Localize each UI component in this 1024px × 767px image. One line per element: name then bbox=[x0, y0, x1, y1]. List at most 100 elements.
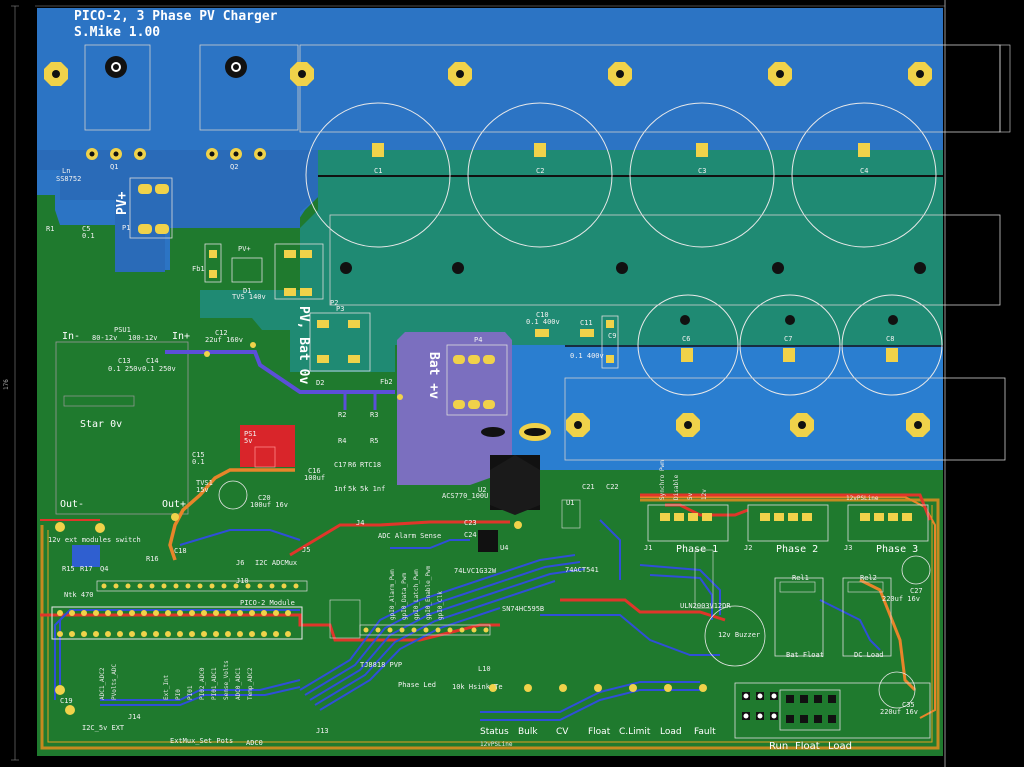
c3-label: C3 bbox=[698, 167, 707, 175]
board-author-version: S.Mike 1.00 bbox=[74, 25, 161, 40]
c12-value-label: 22uf 160v bbox=[205, 336, 243, 344]
phase-led-label: Phase Led bbox=[398, 681, 436, 689]
r2-label: R2 bbox=[338, 411, 347, 419]
ps1-value-label: 5v bbox=[244, 437, 253, 445]
pico-pin-label-8: ADC1_ADC2 bbox=[99, 667, 106, 700]
acs-label: ACS770_100U bbox=[442, 492, 489, 500]
c20-value-label: 100uf 16v bbox=[250, 501, 288, 509]
c17-label: C17 bbox=[334, 461, 347, 469]
c17-value-label: 1nf bbox=[334, 485, 347, 493]
pv-plus-label: PV+ bbox=[115, 191, 130, 215]
fb1-label: Fb1 bbox=[192, 265, 205, 273]
j14-label: J14 bbox=[128, 713, 141, 721]
p1-label: P1 bbox=[122, 224, 131, 232]
j2-label: J2 bbox=[744, 544, 753, 552]
sr-pin-label-0: gpI0_Alarm_Pwm bbox=[389, 569, 396, 620]
c1-label: C1 bbox=[374, 167, 383, 175]
star-0v-label: Star 0v bbox=[80, 419, 123, 430]
u6-part-label: ULN2003V12DR bbox=[680, 602, 731, 610]
pico-pin-label-3: PI02_ADC0 bbox=[199, 667, 206, 700]
psu-out-minus-label: Out- bbox=[60, 499, 85, 510]
j6-label: J6 bbox=[236, 559, 245, 567]
dimension-label: 176 bbox=[3, 379, 10, 390]
c24-label: C24 bbox=[464, 531, 477, 539]
phase-header-pin-2: Disable bbox=[673, 474, 680, 500]
phase-3-label: Phase 3 bbox=[876, 544, 919, 555]
status-led-cv: CV bbox=[556, 727, 569, 737]
status-led-climit: C.Limit bbox=[619, 727, 651, 737]
u1-label: U1 bbox=[566, 499, 575, 507]
pico-pin-label-4: PI01_ADC1 bbox=[211, 667, 218, 700]
tj-part-label: TJ8818 PVP bbox=[360, 661, 403, 669]
relay-load-button[interactable]: Load bbox=[828, 741, 852, 752]
i2c-adcmux-label: I2C ADCMux bbox=[255, 559, 298, 567]
rel1-label: Rel1 bbox=[792, 574, 809, 582]
fb2-label: Fb2 bbox=[380, 378, 393, 386]
q2-label: Q2 bbox=[230, 163, 239, 171]
u4-label: U4 bbox=[500, 544, 509, 552]
c22-label: C22 bbox=[606, 483, 619, 491]
tvs-label: TVS 140v bbox=[232, 293, 266, 301]
p4-label: P4 bbox=[474, 336, 483, 344]
l10-label: L10 bbox=[478, 665, 491, 673]
extmux-label: ExtMux_Set Pots bbox=[170, 737, 234, 745]
phase-header-pin-1: Synchro Pwm bbox=[659, 460, 666, 500]
c13-label: C13 bbox=[118, 357, 131, 365]
ln-label: Ln bbox=[62, 167, 71, 175]
p3-label: P3 bbox=[336, 305, 345, 313]
j13-label: J13 bbox=[316, 727, 329, 735]
c14-label: C14 bbox=[146, 357, 159, 365]
board-title: PICO-2, 3 Phase PV Charger bbox=[74, 9, 278, 24]
pv-bat-0v-label: PV, Bat 0v bbox=[296, 306, 311, 385]
q1-label: Q1 bbox=[110, 163, 119, 171]
c18-label: C18 bbox=[174, 547, 187, 555]
i2c-5v-ext-label: I2C_5v EXT bbox=[82, 724, 125, 732]
r15-label: R15 bbox=[62, 565, 75, 573]
c11-value-label: 0.1 400v bbox=[570, 352, 604, 360]
sr-pin-label-3: gpI0_Enable_Pwm bbox=[425, 565, 432, 620]
phase-1-label: Phase 1 bbox=[676, 544, 719, 555]
c10-value-label: 0.1 400v bbox=[526, 318, 560, 326]
relay-float-button[interactable]: Float bbox=[795, 741, 820, 752]
psu-range-2: 100-12v bbox=[128, 334, 158, 342]
rel2-label: Rel2 bbox=[860, 574, 877, 582]
pico-pin-label-2: PI01 bbox=[187, 685, 194, 700]
j3-label: J3 bbox=[844, 544, 853, 552]
pico-pin-label-7: Temp_ADC2 bbox=[247, 667, 254, 700]
c11-label: C11 bbox=[580, 319, 593, 327]
tvs1-value-label: 15v bbox=[196, 486, 209, 494]
c9-label: C9 bbox=[608, 332, 617, 340]
r5-label: R5 bbox=[370, 437, 379, 445]
c13-value-label: 0.1 250v bbox=[108, 365, 142, 373]
pico-pin-label-6: ADC0_ADC1 bbox=[235, 667, 242, 700]
rtc-value-label: 5k 1nf bbox=[360, 485, 386, 493]
psu1-label: PSU1 bbox=[114, 326, 131, 334]
u5-part-label: SN74HC595B bbox=[502, 605, 545, 613]
pv-plus-small-label: PV+ bbox=[238, 245, 251, 253]
u3-part-label: 74ACT541 bbox=[565, 566, 599, 574]
r17-label: R17 bbox=[80, 565, 93, 573]
psu-in-minus-label: In- bbox=[62, 331, 81, 342]
q4-label: Q4 bbox=[100, 565, 109, 573]
r1-label: R1 bbox=[46, 225, 55, 233]
c19-label: C19 bbox=[60, 697, 73, 705]
rtc-label: RTC18 bbox=[360, 461, 382, 469]
sr-pin-label-2: gpI0_Latch_Pwm bbox=[413, 569, 420, 620]
c35-value-label: 220uf 16v bbox=[880, 708, 918, 716]
status-led-float: Float bbox=[588, 727, 611, 737]
c2-label: C2 bbox=[536, 167, 545, 175]
status-led-status: Status bbox=[480, 727, 509, 737]
relay-run-button[interactable]: Run bbox=[769, 741, 788, 752]
c15-value-label: 0.1 bbox=[192, 458, 205, 466]
ntk-label: Ntk 470 bbox=[64, 591, 94, 599]
pico-pin-label-5: Sense_Volts bbox=[223, 660, 230, 700]
pico-module-label: PICO-2_Module bbox=[240, 599, 295, 607]
j1-label: J1 bbox=[644, 544, 653, 552]
c6-label: C6 bbox=[682, 335, 691, 343]
dc-load-label: DC Load bbox=[854, 651, 884, 659]
c7-label: C7 bbox=[784, 335, 793, 343]
hsink-te-label: 10k Hsink Te bbox=[452, 683, 503, 691]
phase-header-pin-3: 5v bbox=[687, 492, 694, 500]
bat-float-label: Bat Float bbox=[786, 651, 824, 659]
c8-label: C8 bbox=[886, 335, 895, 343]
